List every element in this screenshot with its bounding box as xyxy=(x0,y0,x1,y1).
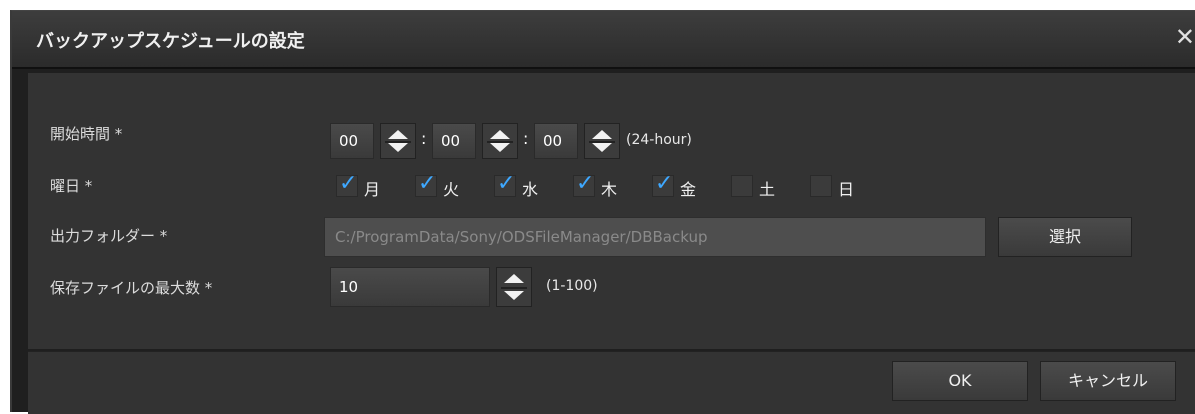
max-files-range-hint: (1-100) xyxy=(546,278,598,294)
weekday-checkbox-label[interactable]: 土 xyxy=(759,176,775,200)
close-icon[interactable]: ✕ xyxy=(1175,23,1195,51)
second-spinner[interactable] xyxy=(584,123,620,159)
second-input[interactable]: 00 xyxy=(534,123,578,159)
spin-down-icon[interactable] xyxy=(504,291,524,300)
minute-input[interactable]: 00 xyxy=(432,123,476,159)
spin-up-icon[interactable] xyxy=(504,274,524,283)
max-files-spinner[interactable] xyxy=(496,267,532,307)
spin-up-icon[interactable] xyxy=(490,130,510,139)
weekday-checkbox[interactable] xyxy=(336,171,358,197)
ok-button[interactable]: OK xyxy=(892,361,1028,401)
max-files-input[interactable]: 10 xyxy=(330,267,490,307)
select-folder-button[interactable]: 選択 xyxy=(998,217,1132,257)
weekday-checkbox-label[interactable]: 水 xyxy=(522,176,538,200)
output-folder-field[interactable]: C:/ProgramData/Sony/ODSFileManager/DBBac… xyxy=(324,217,986,257)
backup-schedule-dialog: バックアップスケジュールの設定 ✕ 開始時間 * 00 : 00 : 00 (2… xyxy=(10,10,1195,414)
weekday-checkbox[interactable] xyxy=(810,175,832,197)
weekday-label: 曜日 * xyxy=(50,177,93,195)
spin-down-icon[interactable] xyxy=(388,143,408,152)
start-time-label: 開始時間 * xyxy=(50,125,123,143)
weekday-checkbox-label[interactable]: 日 xyxy=(838,176,854,200)
weekday-checkbox-label[interactable]: 火 xyxy=(443,176,459,200)
dialog-titlebar: バックアップスケジュールの設定 ✕ xyxy=(12,11,1195,69)
time-format-hint: (24-hour) xyxy=(626,132,692,148)
weekday-checkbox[interactable] xyxy=(494,171,516,197)
output-folder-label: 出力フォルダー * xyxy=(50,227,168,245)
dialog-body xyxy=(28,73,1195,349)
spin-down-icon[interactable] xyxy=(490,143,510,152)
max-files-label: 保存ファイルの最大数 * xyxy=(50,279,213,297)
hour-input[interactable]: 00 xyxy=(330,123,374,159)
spin-down-icon[interactable] xyxy=(592,143,612,152)
weekday-checkbox[interactable] xyxy=(573,171,595,197)
minute-spinner[interactable] xyxy=(482,123,518,159)
weekday-checkbox[interactable] xyxy=(415,171,437,197)
time-separator: : xyxy=(421,129,427,148)
weekday-checkbox-label[interactable]: 木 xyxy=(601,176,617,200)
spin-up-icon[interactable] xyxy=(592,130,612,139)
weekday-checkbox-label[interactable]: 金 xyxy=(680,176,696,200)
spin-up-icon[interactable] xyxy=(388,130,408,139)
weekday-checkbox[interactable] xyxy=(731,175,753,197)
weekday-checkbox-label[interactable]: 月 xyxy=(364,176,380,200)
weekday-checkbox[interactable] xyxy=(652,171,674,197)
cancel-button[interactable]: キャンセル xyxy=(1040,361,1176,401)
hour-spinner[interactable] xyxy=(380,123,416,159)
time-separator: : xyxy=(523,129,529,148)
dialog-title: バックアップスケジュールの設定 xyxy=(36,31,305,52)
